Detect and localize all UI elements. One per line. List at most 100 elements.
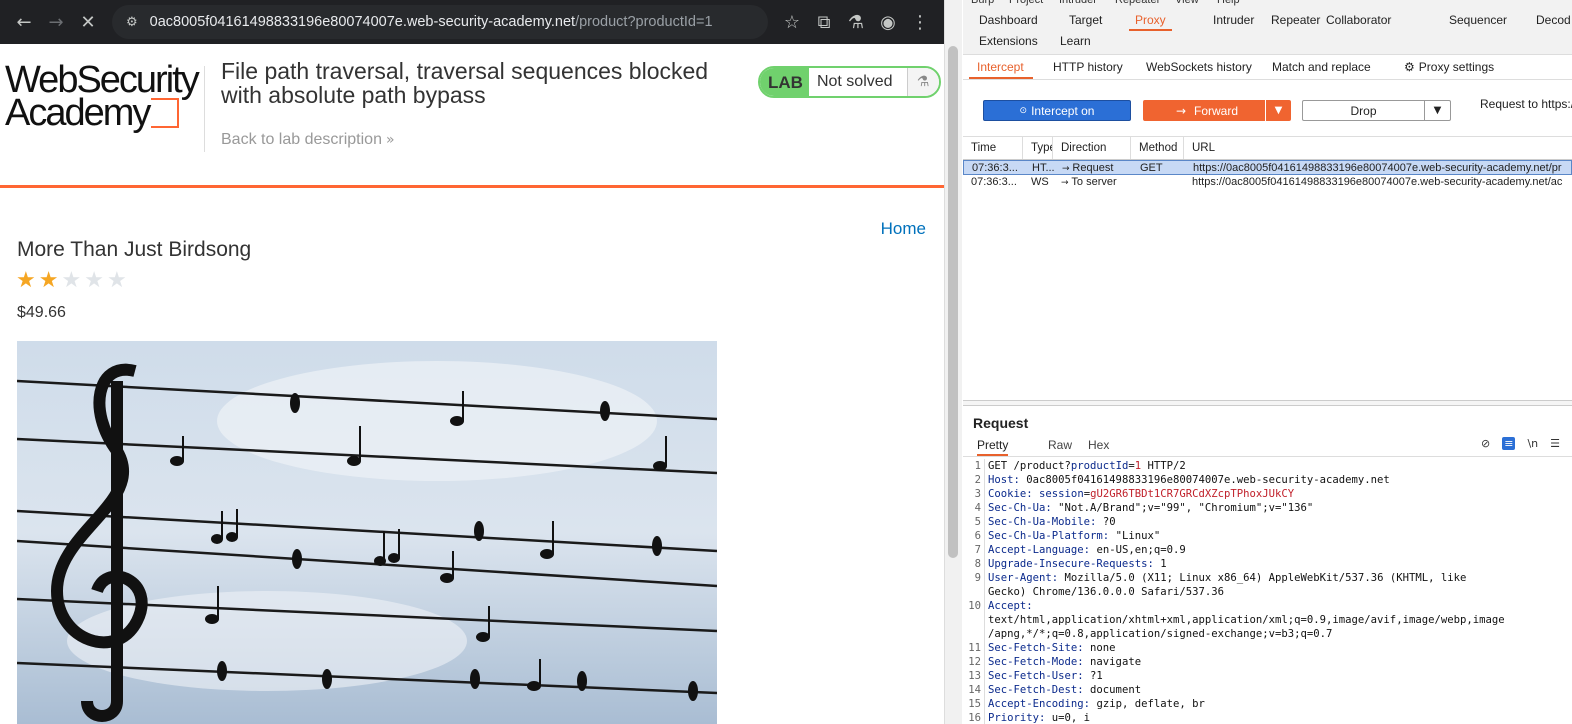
table-cell: https://0ac8005f04161498833196e80074007e… bbox=[1193, 162, 1562, 174]
subtab-match-and-replace[interactable]: Match and replace bbox=[1272, 60, 1371, 74]
drop-button[interactable]: Drop ▼ bbox=[1302, 100, 1451, 121]
table-cell: WS bbox=[1031, 176, 1049, 188]
scrollbar-thumb[interactable] bbox=[948, 46, 958, 558]
tab-extensions[interactable]: Extensions bbox=[973, 32, 1044, 50]
home-link[interactable]: Home bbox=[881, 219, 926, 239]
url-host: 0ac8005f04161498833196e80074007e.web-sec… bbox=[149, 14, 576, 30]
request-line: 6 Sec-Ch-Ua-Platform: "Linux" bbox=[963, 529, 1572, 543]
extensions-icon[interactable]: ⧉ bbox=[808, 6, 840, 38]
table-cell: HT... bbox=[1032, 162, 1054, 174]
proxy-settings-label: Proxy settings bbox=[1418, 60, 1495, 74]
request-line: 12 Sec-Fetch-Mode: navigate bbox=[963, 655, 1572, 669]
stop-loading-icon[interactable]: ✕ bbox=[72, 6, 104, 38]
tab-dashboard[interactable]: Dashboard bbox=[973, 11, 1044, 29]
lab-flask-icon[interactable]: ⚗ bbox=[840, 6, 872, 38]
request-line: 11 Sec-Fetch-Site: none bbox=[963, 641, 1572, 655]
line-number bbox=[963, 585, 985, 599]
request-line: 9 User-Agent: Mozilla/5.0 (X11; Linux x86… bbox=[963, 571, 1572, 585]
lab-title: File path traversal, traversal sequences… bbox=[221, 58, 709, 108]
newline-toggle-icon[interactable]: \n bbox=[1527, 437, 1538, 450]
forward-button-label: Forward bbox=[1194, 103, 1239, 118]
browser-scrollbar[interactable] bbox=[944, 0, 962, 724]
line-number: 10 bbox=[968, 600, 981, 612]
profile-icon[interactable]: ◉ bbox=[872, 6, 904, 38]
menu-item-project[interactable]: Project bbox=[1009, 0, 1043, 6]
request-line: 2 Host: 0ac8005f04161498833196e80074007e.… bbox=[963, 473, 1572, 487]
tab-target[interactable]: Target bbox=[1063, 11, 1108, 29]
gear-icon: ⚙ bbox=[1404, 60, 1415, 74]
menu-item-intruder[interactable]: Intruder bbox=[1059, 0, 1097, 6]
star-icon: ★ bbox=[84, 268, 104, 293]
table-cell: → Request bbox=[1062, 162, 1114, 174]
menu-item-burp[interactable]: Burp bbox=[971, 0, 994, 6]
back-arrow-icon[interactable]: ← bbox=[8, 6, 40, 38]
web-security-academy-logo[interactable]: WebSecurity Academy bbox=[5, 61, 200, 138]
star-rating: ★ ★ ★ ★ ★ bbox=[16, 268, 127, 294]
tab-sequencer[interactable]: Sequencer bbox=[1443, 11, 1513, 29]
column-header-type[interactable]: Type bbox=[1023, 137, 1053, 159]
request-tab-raw[interactable]: Raw bbox=[1048, 438, 1072, 452]
table-row[interactable]: 07:36:3... WS → To server https://0ac8005f0… bbox=[963, 175, 1572, 190]
table-cell: 07:36:3... bbox=[972, 162, 1018, 174]
column-header-url[interactable]: URL bbox=[1184, 137, 1572, 159]
drop-dropdown-icon[interactable]: ▼ bbox=[1424, 101, 1450, 120]
line-number: 12 bbox=[968, 656, 981, 668]
table-cell: → To server bbox=[1061, 176, 1117, 188]
tab-learn[interactable]: Learn bbox=[1054, 32, 1097, 50]
menu-item-help[interactable]: Help bbox=[1217, 0, 1240, 6]
request-tab-pretty[interactable]: Pretty bbox=[977, 438, 1009, 456]
subtab-proxy-settings[interactable]: ⚙ Proxy settings bbox=[1404, 60, 1494, 74]
star-icon: ★ bbox=[61, 268, 82, 293]
tab-collaborator[interactable]: Collaborator bbox=[1320, 11, 1397, 29]
table-cell bbox=[1131, 175, 1184, 190]
forward-arrow-icon[interactable]: → bbox=[40, 6, 72, 38]
hide-icon[interactable]: ⊘ bbox=[1481, 437, 1490, 450]
intercept-table: TimeTypeDirectionMethodURL 07:36:3... HT.… bbox=[963, 137, 1572, 190]
subtab-intercept[interactable]: Intercept bbox=[977, 60, 1024, 74]
toggle-icon: ⊙ bbox=[1019, 105, 1028, 116]
menu-item-view[interactable]: View bbox=[1175, 0, 1199, 6]
request-editor[interactable]: 1 GET /product?productId=1 HTTP/2 2 Host: 0… bbox=[963, 459, 1572, 724]
tab-intruder[interactable]: Intruder bbox=[1207, 11, 1260, 29]
double-chevron-icon: » bbox=[385, 132, 395, 148]
browser-menu-icon[interactable]: ⋮ bbox=[904, 6, 936, 38]
subtab-websockets-history[interactable]: WebSockets history bbox=[1146, 60, 1252, 74]
browser-toolbar: ← → ✕ ⚙ 0ac8005f04161498833196e80074007e… bbox=[0, 0, 944, 44]
menu-icon[interactable]: ☰ bbox=[1550, 437, 1560, 450]
request-tab-hex[interactable]: Hex bbox=[1088, 438, 1109, 452]
proxy-sub-tabs: Intercept HTTP history WebSockets history M… bbox=[963, 55, 1572, 80]
wrap-lines-icon[interactable]: ≡ bbox=[1502, 437, 1516, 450]
line-number: 16 bbox=[968, 712, 981, 724]
line-number: 1 bbox=[974, 460, 981, 472]
site-info-icon[interactable]: ⚙ bbox=[126, 15, 138, 30]
request-line: 7 Accept-Language: en-US,en;q=0.9 bbox=[963, 543, 1572, 557]
table-row[interactable]: 07:36:3... HT... → Request GET https://0ac80… bbox=[963, 160, 1572, 175]
request-line: 3 Cookie: session=gU2GR6TBDt1CR7GRCdXZcpT… bbox=[963, 487, 1572, 501]
burp-menubar: Burp Project Intruder Repeater View Help bbox=[963, 0, 1572, 7]
bookmark-star-icon[interactable]: ☆ bbox=[776, 6, 808, 38]
address-bar[interactable]: ⚙ 0ac8005f04161498833196e80074007e.web-s… bbox=[112, 5, 768, 39]
tab-repeater[interactable]: Repeater bbox=[1265, 11, 1326, 29]
forward-button[interactable]: → Forward ▼ bbox=[1143, 100, 1291, 121]
intercept-toggle-button[interactable]: ⊙ Intercept on bbox=[983, 100, 1131, 121]
flask-icon[interactable]: ⚗ bbox=[906, 68, 939, 96]
star-icon: ★ bbox=[38, 268, 59, 293]
subtab-http-history[interactable]: HTTP history bbox=[1053, 60, 1123, 74]
back-to-lab-description-link[interactable]: Back to lab description» bbox=[221, 131, 395, 149]
column-header-method[interactable]: Method bbox=[1131, 137, 1184, 159]
lab-status-text: Not solved bbox=[816, 73, 893, 90]
tab-proxy[interactable]: Proxy bbox=[1129, 11, 1172, 31]
lab-header: WebSecurity Academy File path traversal,… bbox=[0, 44, 944, 188]
column-header-direction[interactable]: Direction bbox=[1053, 137, 1131, 159]
line-number: 14 bbox=[968, 684, 981, 696]
tab-decod[interactable]: Decod bbox=[1530, 11, 1572, 29]
request-line: 14 Sec-Fetch-Dest: document bbox=[963, 683, 1572, 697]
forward-dropdown-icon[interactable]: ▼ bbox=[1265, 100, 1291, 121]
menu-item-repeater[interactable]: Repeater bbox=[1115, 0, 1160, 6]
line-number: 2 bbox=[974, 474, 981, 486]
line-number: 4 bbox=[974, 502, 981, 514]
line-number: 5 bbox=[974, 516, 981, 528]
column-header-time[interactable]: Time bbox=[963, 137, 1023, 159]
table-cell: 07:36:3... bbox=[971, 176, 1017, 188]
pane-splitter[interactable] bbox=[963, 400, 1572, 406]
